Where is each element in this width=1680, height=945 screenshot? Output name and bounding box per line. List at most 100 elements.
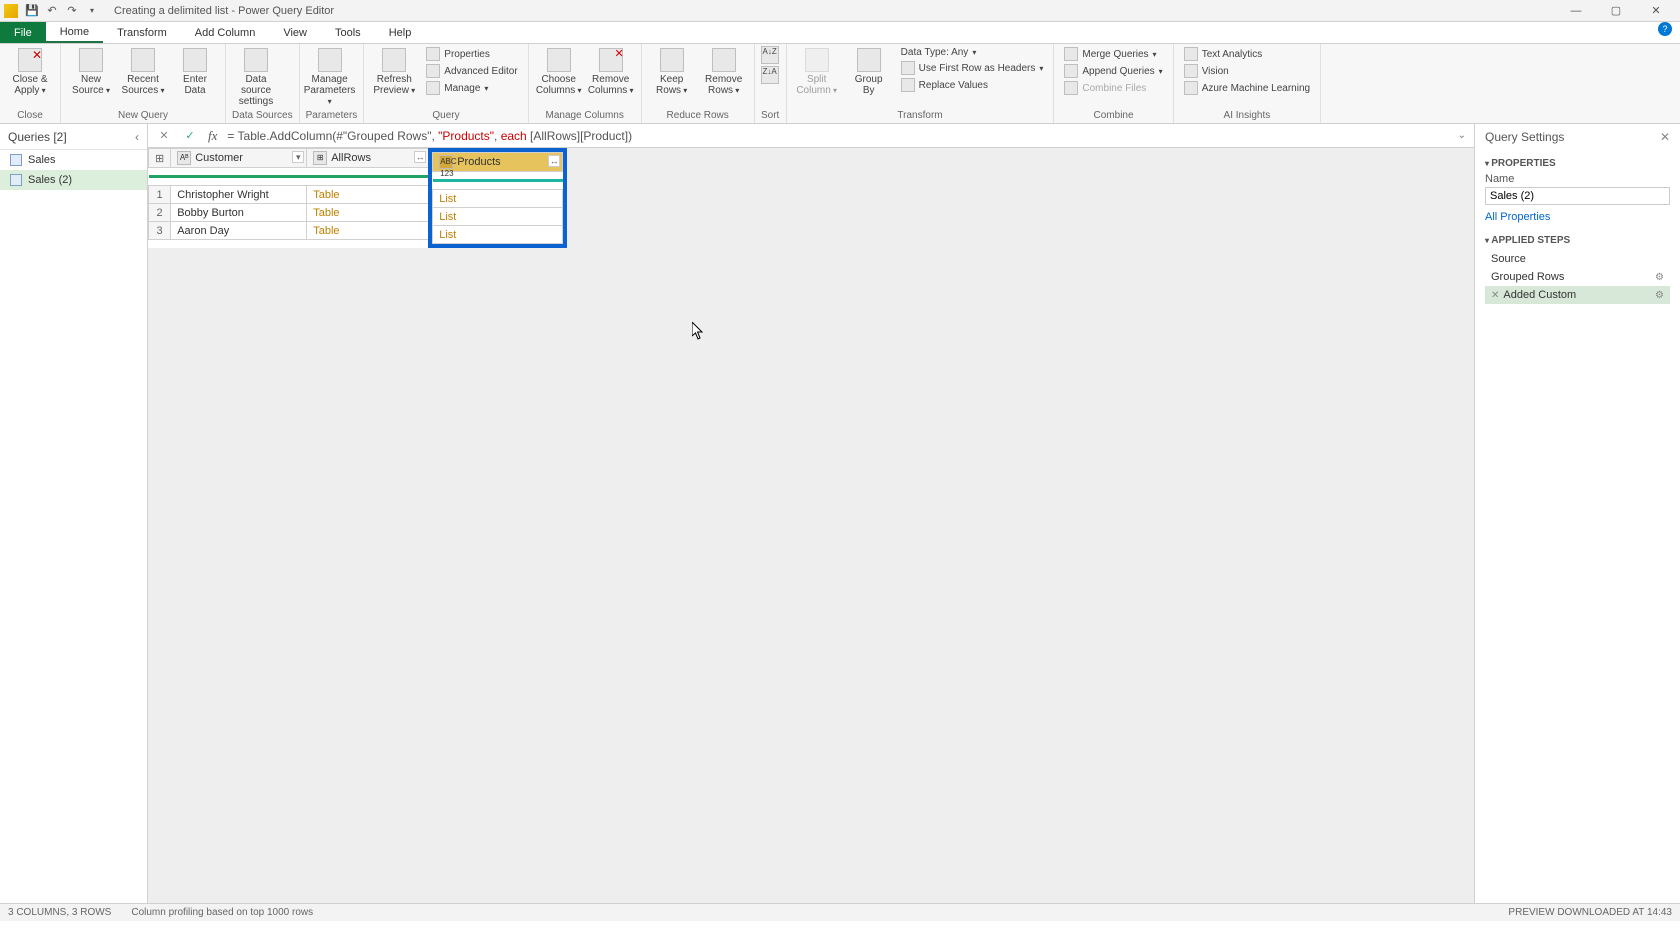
close-button[interactable]: ✕ [1636,0,1676,22]
qat-save-icon[interactable]: 💾 [24,3,40,19]
group-label-newquery: New Query [67,108,219,123]
queries-header: Queries [2] ‹ [0,124,147,150]
applied-steps-header[interactable]: APPLIED STEPS [1485,235,1670,246]
split-column-button[interactable]: SplitColumn [793,46,841,96]
all-properties-link[interactable]: All Properties [1485,211,1670,223]
title-bar: 💾 ↶ ↷ ▾ Creating a delimited list - Powe… [0,0,1680,22]
ribbon-group-close: Close &Apply Close [0,44,61,123]
table-row[interactable]: List [433,226,563,244]
formula-expand-icon[interactable]: ⌄ [1458,130,1466,141]
qat-redo-icon[interactable]: ↷ [64,3,80,19]
cell-customer[interactable]: Aaron Day [171,222,307,240]
group-by-icon [857,48,881,72]
fx-icon[interactable]: fx [208,128,217,144]
cell-customer[interactable]: Bobby Burton [171,204,307,222]
table-row[interactable]: List [433,190,563,208]
tab-file[interactable]: File [0,22,46,43]
step-source[interactable]: Source [1485,250,1670,268]
formula-string: "Products" [438,129,494,143]
group-by-button[interactable]: GroupBy [845,46,893,96]
table-row[interactable]: List [433,208,563,226]
formula-cancel-icon[interactable]: ✕ [156,128,172,144]
manage-parameters-button[interactable]: ManageParameters [306,46,354,107]
cell-products[interactable]: List [433,208,563,226]
step-gear-icon[interactable]: ⚙ [1655,272,1664,283]
properties-button[interactable]: Properties [422,46,521,62]
column-expand-icon[interactable]: ↔ [414,151,426,163]
vision-icon [1184,64,1198,78]
column-header-products[interactable]: ABC123Products ↔ [433,153,563,172]
refresh-preview-button[interactable]: RefreshPreview [370,46,418,96]
qat-undo-icon[interactable]: ↶ [44,3,60,19]
ribbon: Close &Apply Close NewSource RecentSourc… [0,44,1680,124]
sort-asc-button[interactable]: A↓Z [761,46,779,64]
first-row-headers-button[interactable]: Use First Row as Headers [897,60,1048,76]
cell-allrows[interactable]: Table [307,222,429,240]
step-gear-icon[interactable]: ⚙ [1655,290,1664,301]
tab-transform[interactable]: Transform [103,22,181,43]
new-source-button[interactable]: NewSource [67,46,115,96]
tab-help[interactable]: Help [375,22,426,43]
remove-rows-button[interactable]: RemoveRows [700,46,748,96]
minimize-button[interactable]: — [1556,0,1596,22]
tab-home[interactable]: Home [46,22,103,43]
step-added-custom[interactable]: ✕ Added Custom ⚙ [1485,286,1670,304]
query-item-sales[interactable]: Sales [0,150,147,170]
table-row[interactable]: 3 Aaron Day Table [149,222,429,240]
column-expand-icon[interactable]: ↔ [548,155,560,167]
settings-close-icon[interactable]: ✕ [1660,130,1670,144]
choose-columns-button[interactable]: ChooseColumns [535,46,583,96]
azure-ml-button[interactable]: Azure Machine Learning [1180,80,1314,96]
data-source-settings-icon [244,48,268,72]
append-queries-button[interactable]: Append Queries [1060,63,1166,79]
ribbon-group-query: RefreshPreview Properties Advanced Edito… [364,44,528,123]
cell-allrows[interactable]: Table [307,186,429,204]
choose-columns-icon [547,48,571,72]
keep-rows-button[interactable]: KeepRows [648,46,696,96]
replace-values-label: Replace Values [919,80,988,91]
help-icon[interactable]: ? [1658,22,1672,36]
tab-tools[interactable]: Tools [321,22,375,43]
queries-collapse-icon[interactable]: ‹ [135,130,139,144]
cell-products[interactable]: List [433,190,563,208]
qat-dropdown-icon[interactable]: ▾ [84,3,100,19]
table-corner[interactable]: ⊞ [149,149,171,168]
formula-text[interactable]: = Table.AddColumn(#"Grouped Rows", "Prod… [227,129,1447,143]
tab-add-column[interactable]: Add Column [181,22,270,43]
data-source-settings-button[interactable]: Data sourcesettings [232,46,280,107]
text-analytics-button[interactable]: Text Analytics [1180,46,1314,62]
table-row[interactable]: 1 Christopher Wright Table [149,186,429,204]
vision-button[interactable]: Vision [1180,63,1314,79]
data-type-label: Data Type: Any [901,47,969,58]
combine-files-icon [1064,81,1078,95]
cell-allrows[interactable]: Table [307,204,429,222]
column-header-allrows[interactable]: ⊞AllRows ↔ [307,149,429,168]
step-delete-icon[interactable]: ✕ [1491,290,1499,301]
cell-customer[interactable]: Christopher Wright [171,186,307,204]
recent-sources-button[interactable]: RecentSources [119,46,167,96]
remove-columns-button[interactable]: ✕RemoveColumns [587,46,635,96]
table-row[interactable]: 2 Bobby Burton Table [149,204,429,222]
sort-desc-button[interactable]: Z↓A [761,66,779,84]
advanced-editor-button[interactable]: Advanced Editor [422,63,521,79]
cell-products[interactable]: List [433,226,563,244]
maximize-button[interactable]: ▢ [1596,0,1636,22]
close-apply-button[interactable]: Close &Apply [6,46,54,96]
formula-accept-icon[interactable]: ✓ [182,128,198,144]
merge-queries-button[interactable]: Merge Queries [1060,46,1166,62]
properties-section-header[interactable]: PROPERTIES [1485,158,1670,169]
column-header-customer[interactable]: AᴮCustomer ▾ [171,149,307,168]
name-label: Name [1485,173,1670,185]
data-type-button[interactable]: Data Type: Any [897,46,1048,59]
tab-view[interactable]: View [269,22,321,43]
ribbon-group-transform: SplitColumn GroupBy Data Type: Any Use F… [787,44,1055,123]
replace-values-button[interactable]: Replace Values [897,77,1048,93]
step-grouped-rows[interactable]: Grouped Rows ⚙ [1485,268,1670,286]
manage-button[interactable]: Manage [422,80,521,96]
data-source-settings-label: Data sourcesettings [232,74,280,107]
append-label: Append Queries [1082,66,1154,77]
query-item-sales2[interactable]: Sales (2) [0,170,147,190]
enter-data-button[interactable]: EnterData [171,46,219,96]
query-name-input[interactable] [1485,187,1670,205]
column-filter-icon[interactable]: ▾ [292,151,304,163]
